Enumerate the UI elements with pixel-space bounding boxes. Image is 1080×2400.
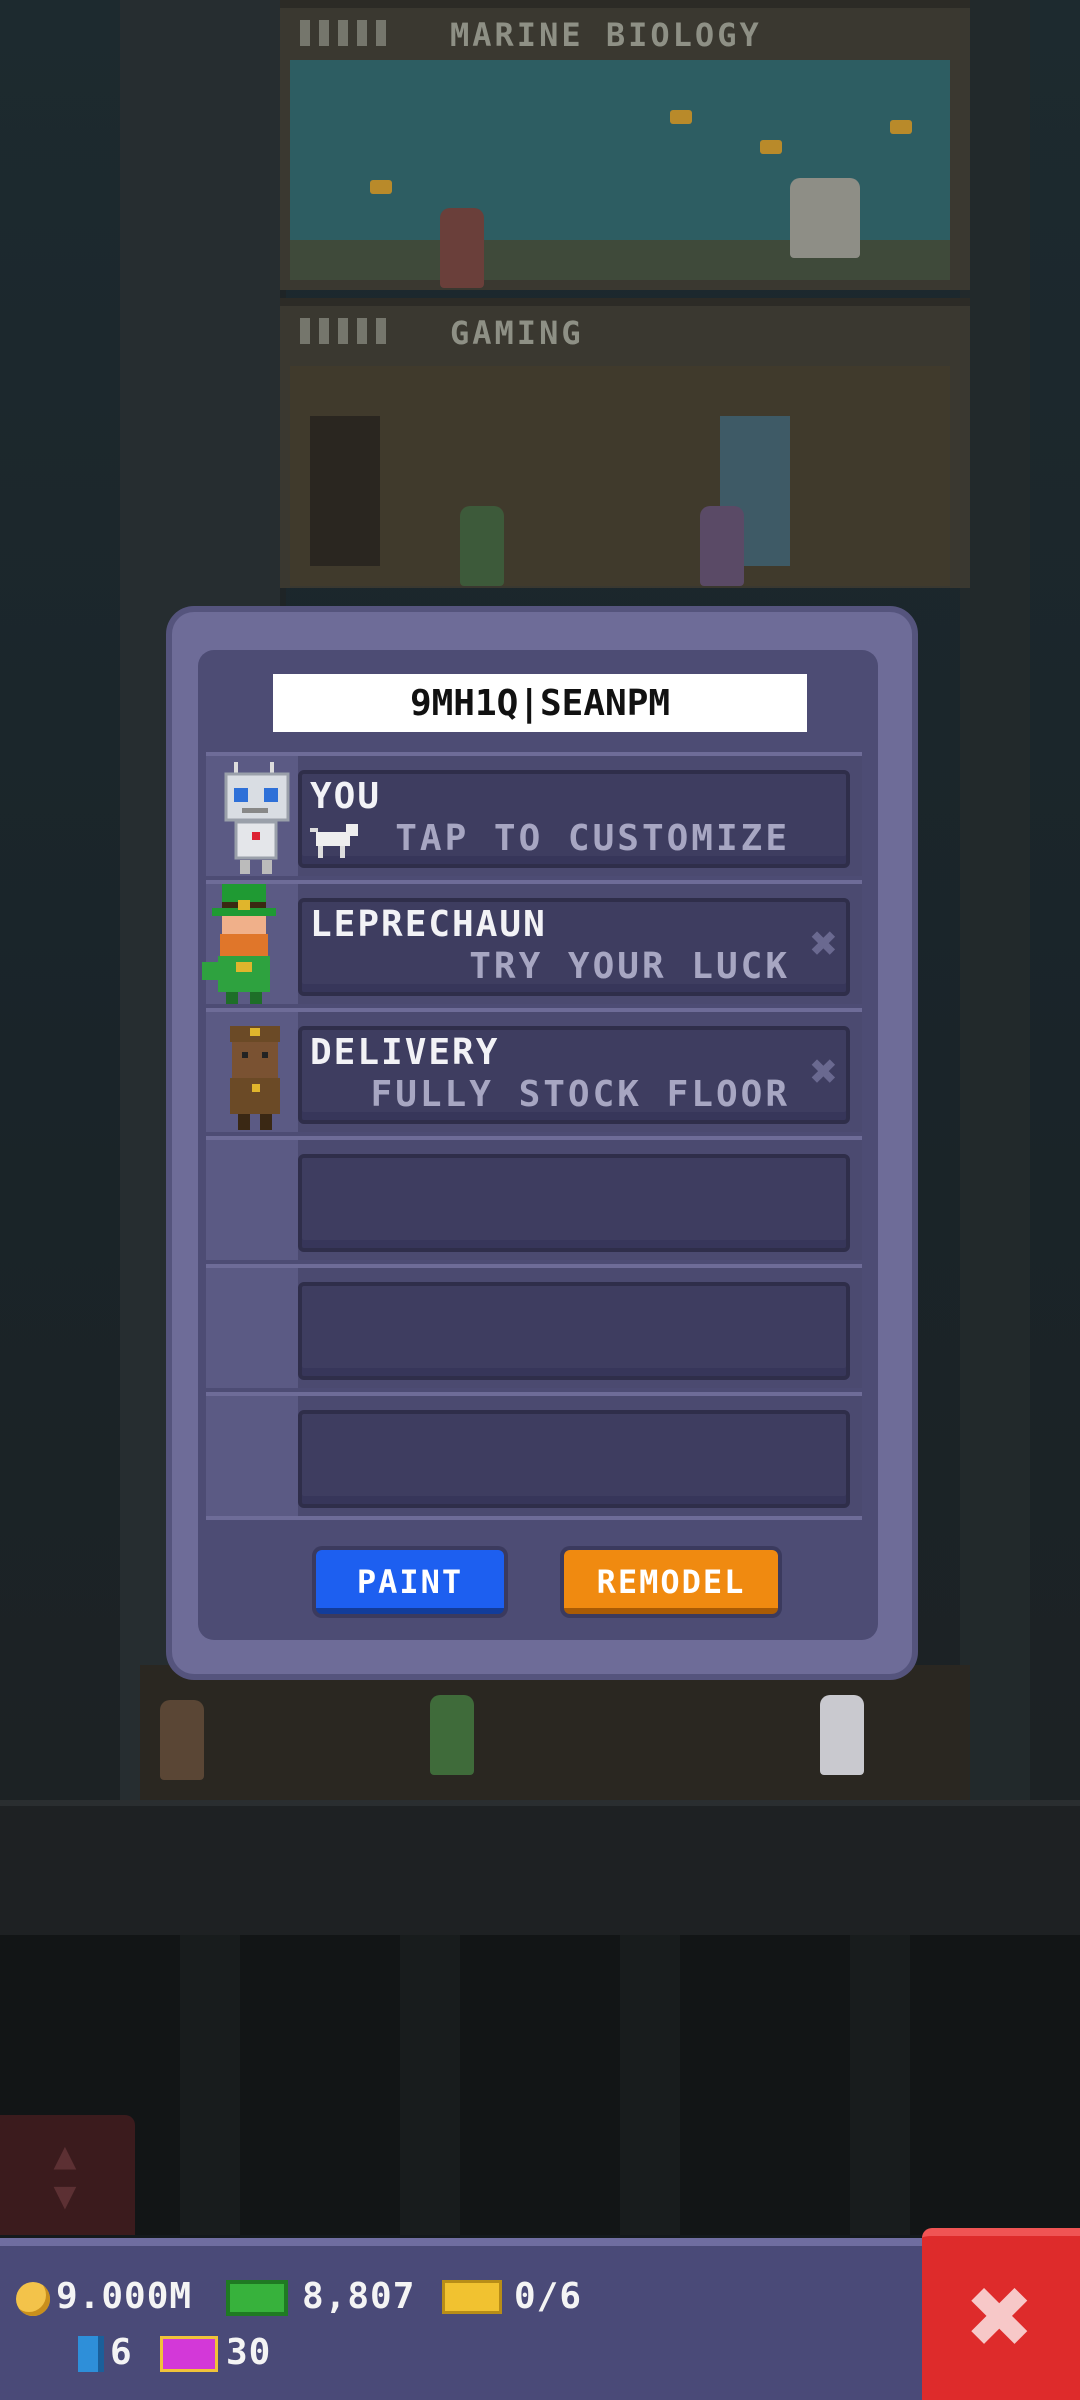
up-down-arrows-icon: ▲ ▼ <box>53 2133 77 2217</box>
basement <box>0 1935 1080 2235</box>
floor-capacity-icons <box>300 20 395 46</box>
bitizen-slot-empty[interactable] <box>206 1136 862 1260</box>
tower-bux-count: 8,807 <box>302 2276 416 2317</box>
close-icon: ✖ <box>967 2252 1035 2380</box>
bitizen-slot-delivery[interactable]: DELIVERY FULLY STOCK FLOOR ✖ <box>206 1008 862 1132</box>
ground-level <box>0 1800 1080 1941</box>
remove-bitizen-button[interactable]: ✖ <box>810 916 838 970</box>
slot-title: YOU <box>310 776 382 817</box>
coin-icon <box>16 2282 50 2316</box>
bitizen-slot-leprechaun[interactable]: LEPRECHAUN TRY YOUR LUCK ✖ <box>202 880 862 1004</box>
tower-right-wall <box>960 0 1030 1800</box>
delivery-bitizen-icon <box>216 1012 298 1136</box>
elevator-button[interactable]: ▲ ▼ <box>0 2115 135 2235</box>
arcade-cabinet <box>310 416 380 566</box>
slot-title: LEPRECHAUN <box>310 904 547 945</box>
slot-subtitle: TAP TO CUSTOMIZE <box>395 818 790 859</box>
slot-info-panel <box>298 1282 850 1380</box>
bitizen-slot-empty[interactable] <box>206 1392 862 1520</box>
slot-subtitle: TRY YOUR LUCK <box>469 946 790 987</box>
resource-bar: 9.000M 8,807 0/6 6 30 <box>0 2238 922 2400</box>
remodel-button[interactable]: REMODEL <box>564 1550 778 1614</box>
slot-info-panel <box>298 1154 850 1252</box>
remove-bitizen-button[interactable]: ✖ <box>810 1044 838 1098</box>
floor-capacity-icons <box>300 318 395 344</box>
tower-bux-icon <box>226 2280 288 2316</box>
gems-count: 6 <box>110 2332 133 2373</box>
floor-title: GAMING <box>450 314 584 352</box>
slot-title: DELIVERY <box>310 1032 500 1073</box>
bitizen-npc <box>440 208 484 288</box>
tv-count: 30 <box>226 2332 272 2373</box>
floor-title: MARINE BIOLOGY <box>450 16 762 54</box>
bitizen-slot-you[interactable]: YOU TAP TO CUSTOMIZE <box>206 752 862 876</box>
pet-icon <box>310 818 362 862</box>
tickets-count: 0/6 <box>514 2276 583 2317</box>
paint-button[interactable]: PAINT <box>316 1550 504 1614</box>
bitizen-slot-empty[interactable] <box>206 1264 862 1388</box>
gaming-room <box>290 366 950 586</box>
slot-info-panel <box>298 1410 850 1508</box>
coins-count: 9.000M <box>56 2276 193 2317</box>
leprechaun-icon <box>198 884 280 1008</box>
gem-icon <box>78 2336 104 2372</box>
floor-gaming[interactable]: GAMING <box>280 298 970 588</box>
tower-name-input[interactable] <box>273 674 807 732</box>
floor-marine-biology[interactable]: MARINE BIOLOGY <box>280 0 970 290</box>
bitizen-npc <box>460 506 504 586</box>
ticket-icon <box>442 2280 502 2314</box>
bitizen-npc <box>700 506 744 586</box>
fridge-prop <box>790 178 860 258</box>
tv-icon <box>160 2336 218 2372</box>
close-button[interactable]: ✖ <box>922 2228 1080 2400</box>
lobby-floor <box>140 1665 970 1800</box>
robot-bitizen-icon <box>216 756 298 880</box>
slot-subtitle: FULLY STOCK FLOOR <box>370 1074 790 1115</box>
